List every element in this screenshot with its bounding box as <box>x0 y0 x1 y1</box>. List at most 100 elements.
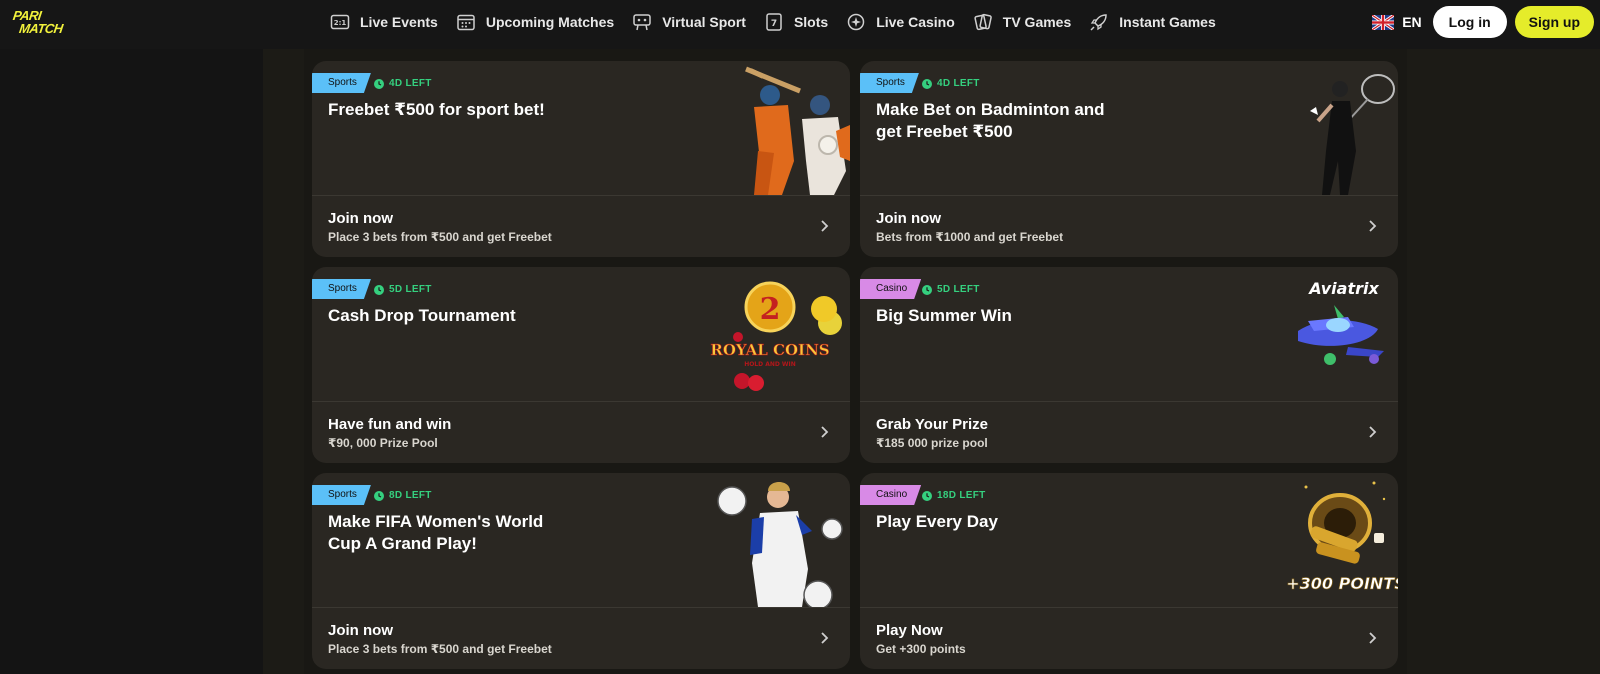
nav-tv-games[interactable]: TV Games <box>973 0 1071 44</box>
promo-card-play-every-day[interactable]: Casino 18D LEFT Play Every Day +300 POIN… <box>860 473 1398 669</box>
card-divider <box>312 195 850 196</box>
sparkle-icon <box>847 13 865 31</box>
logo-subtitle: HOLD AND WIN <box>744 361 796 368</box>
aviatrix-logo: Aviatrix <box>1307 279 1379 298</box>
card-cta[interactable]: Have fun and win <box>328 416 451 433</box>
card-divider <box>860 401 1398 402</box>
clock-icon <box>922 78 932 89</box>
header-actions: EN Log in Sign up <box>1372 0 1600 44</box>
svg-text:2:1: 2:1 <box>334 19 347 27</box>
promo-card-big-summer-win[interactable]: Casino 5D LEFT Big Summer Win Aviatrix G… <box>860 267 1398 463</box>
category-tag: Casino <box>860 279 921 299</box>
uk-flag-icon[interactable] <box>1372 14 1395 30</box>
card-cta[interactable]: Join now <box>328 622 393 639</box>
points-badge: +300 POINTS <box>1286 574 1398 593</box>
promo-card-fifa-womens-world-cup[interactable]: Sports 8D LEFT Make FIFA Women's World C… <box>312 473 850 669</box>
nav-virtual-sport[interactable]: Virtual Sport <box>632 0 746 44</box>
logo-number: 2 <box>760 292 781 327</box>
nav-label: Live Events <box>360 14 438 30</box>
chevron-right-icon[interactable] <box>820 631 830 645</box>
card-cta-subtitle: ₹90, 000 Prize Pool <box>328 436 438 450</box>
timer-badge: 5D LEFT <box>922 284 980 295</box>
card-cta[interactable]: Join now <box>328 210 393 227</box>
category-tag: Sports <box>860 73 919 93</box>
card-title: Cash Drop Tournament <box>328 306 516 325</box>
chevron-right-icon[interactable] <box>820 219 830 233</box>
nav-label: Slots <box>793 14 829 30</box>
timer-text: 8D LEFT <box>389 490 432 501</box>
category-tag: Sports <box>312 73 371 93</box>
cards-icon <box>974 13 992 31</box>
timer-badge: 5D LEFT <box>374 284 432 295</box>
language-selector[interactable]: EN <box>1402 14 1421 30</box>
card-divider <box>860 195 1398 196</box>
card-title: Make FIFA Women's World Cup A Grand Play… <box>328 512 544 553</box>
clock-icon <box>374 490 384 501</box>
category-tag: Casino <box>860 485 921 505</box>
promo-card-badminton[interactable]: Sports 4D LEFT Make Bet on Badminton and… <box>860 61 1398 257</box>
nav-label: TV Games <box>1002 14 1072 30</box>
card-cta-subtitle: Place 3 bets from ₹500 and get Freebet <box>328 230 552 244</box>
football-player-image <box>717 482 843 607</box>
slots-icon: 7 <box>766 13 782 31</box>
chevron-right-icon[interactable] <box>1368 219 1378 233</box>
card-title: Big Summer Win <box>876 306 1012 325</box>
parimatch-logo[interactable]: PARI MATCH <box>10 8 94 37</box>
card-cta[interactable]: Grab Your Prize <box>876 416 988 433</box>
svg-text:7: 7 <box>771 19 777 29</box>
nav-label: Live Casino <box>876 14 955 30</box>
chevron-right-icon[interactable] <box>1368 425 1378 439</box>
card-cta-subtitle: Bets from ₹1000 and get Freebet <box>876 230 1064 244</box>
timer-text: 4D LEFT <box>937 78 980 89</box>
nav-label: Virtual Sport <box>662 14 746 30</box>
nav-live-events[interactable]: 2:1 Live Events <box>330 0 438 44</box>
card-title: Play Every Day <box>876 512 998 531</box>
main-nav: 2:1 Live Events Upcoming Matches Virtual… <box>330 0 1234 44</box>
chevron-right-icon[interactable] <box>820 425 830 439</box>
card-top: Sports 8D LEFT Make FIFA Women's World C… <box>312 473 850 607</box>
logo-line-2: MATCH <box>18 21 64 36</box>
category-tag: Sports <box>312 485 371 505</box>
promo-card-cash-drop[interactable]: Sports 5D LEFT Cash Drop Tournament 2 RO… <box>312 267 850 463</box>
left-gutter <box>263 49 304 674</box>
chevron-right-icon[interactable] <box>1368 631 1378 645</box>
calendar-icon <box>457 14 475 31</box>
card-divider <box>312 401 850 402</box>
timer-text: 5D LEFT <box>937 284 980 295</box>
aviatrix-plane-image: Aviatrix <box>1298 279 1384 365</box>
login-button[interactable]: Log in <box>1432 6 1507 38</box>
timer-badge: 18D LEFT <box>922 490 986 501</box>
nav-instant-games[interactable]: Instant Games <box>1089 0 1216 44</box>
card-divider <box>312 607 850 608</box>
card-cta[interactable]: Play Now <box>876 622 943 639</box>
left-sidebar <box>0 49 263 674</box>
promo-card-freebet-sport[interactable]: Sports 4D LEFT Freebet ₹500 for sport be… <box>312 61 850 257</box>
card-cta-subtitle: Place 3 bets from ₹500 and get Freebet <box>328 642 552 656</box>
live-events-icon: 2:1 <box>330 14 350 30</box>
nav-live-casino[interactable]: Live Casino <box>846 0 955 44</box>
cricket-players-image <box>745 66 850 195</box>
gamepad-icon <box>633 14 651 31</box>
nav-slots[interactable]: 7 Slots <box>764 0 828 44</box>
card-cta[interactable]: Join now <box>876 210 941 227</box>
logo-brand: ROYAL COINS <box>710 341 829 359</box>
nav-label: Instant Games <box>1119 14 1216 30</box>
timer-text: 18D LEFT <box>937 490 986 501</box>
card-cta-subtitle: Get +300 points <box>876 642 966 656</box>
timer-text: 4D LEFT <box>389 78 432 89</box>
card-top: Sports 4D LEFT Make Bet on Badminton and… <box>860 61 1398 195</box>
card-top: Sports 4D LEFT Freebet ₹500 for sport be… <box>312 61 850 195</box>
timer-text: 5D LEFT <box>389 284 432 295</box>
category-tag: Sports <box>312 279 371 299</box>
nav-label: Upcoming Matches <box>485 14 615 30</box>
card-divider <box>860 607 1398 608</box>
card-top: Casino 18D LEFT Play Every Day +300 POIN… <box>860 473 1398 607</box>
card-top: Casino 5D LEFT Big Summer Win Aviatrix <box>860 267 1398 401</box>
nav-upcoming-matches[interactable]: Upcoming Matches <box>456 0 614 44</box>
badminton-player-image <box>1310 74 1395 195</box>
timer-badge: 4D LEFT <box>374 78 432 89</box>
signup-button[interactable]: Sign up <box>1514 6 1594 38</box>
timer-badge: 8D LEFT <box>374 490 432 501</box>
rocket-icon <box>1090 14 1108 31</box>
card-cta-subtitle: ₹185 000 prize pool <box>876 436 988 450</box>
